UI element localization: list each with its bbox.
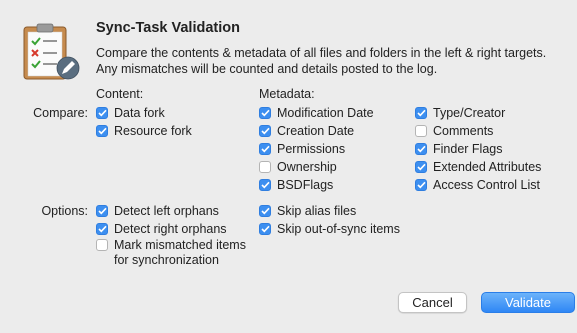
checkbox-access-control-list[interactable]: Access Control List <box>415 178 540 193</box>
checkbox-box[interactable] <box>259 205 271 217</box>
checkbox-box[interactable] <box>259 125 271 137</box>
checkbox-box[interactable] <box>259 143 271 155</box>
checkmark-icon <box>416 145 426 153</box>
checkmark-icon <box>260 207 270 215</box>
options-label: Options: <box>41 204 88 218</box>
checkbox-box[interactable] <box>259 223 271 235</box>
checkbox-creation-date[interactable]: Creation Date <box>259 124 354 139</box>
checkbox-label: BSDFlags <box>277 178 334 192</box>
checkbox-bsdflags[interactable]: BSDFlags <box>259 178 333 193</box>
checkbox-resource-fork[interactable]: Resource fork <box>96 124 192 139</box>
checkbox-permissions[interactable]: Permissions <box>259 142 345 157</box>
checkbox-extended-attributes[interactable]: Extended Attributes <box>415 160 541 175</box>
checkbox-label: Skip out-of-sync items <box>277 222 400 236</box>
checkmark-icon <box>416 109 426 117</box>
checkbox-box[interactable] <box>96 239 108 251</box>
checkbox-detect-right-orphans[interactable]: Detect right orphans <box>96 222 227 237</box>
checkbox-label: Finder Flags <box>433 142 503 156</box>
checkbox-box[interactable] <box>415 161 427 173</box>
checkmark-icon <box>260 225 270 233</box>
cancel-button[interactable]: Cancel <box>398 292 467 313</box>
checkbox-box[interactable] <box>96 125 108 137</box>
checkbox-type-creator[interactable]: Type/Creator <box>415 106 505 121</box>
checkbox-box[interactable] <box>415 107 427 119</box>
checkmark-icon <box>260 145 270 153</box>
checkmark-icon <box>416 163 426 171</box>
checkbox-box[interactable] <box>259 107 271 119</box>
checkbox-label: Modification Date <box>277 106 374 120</box>
checkbox-label: Comments <box>433 124 494 138</box>
compare-label: Compare: <box>33 106 88 120</box>
checkbox-ownership[interactable]: Ownership <box>259 160 337 175</box>
checkbox-label: Resource fork <box>114 124 192 138</box>
checkbox-label: Permissions <box>277 142 346 156</box>
checkbox-label: Mark mismatched items for synchronizatio… <box>114 238 246 267</box>
checkbox-label: Access Control List <box>433 178 540 192</box>
checkbox-data-fork[interactable]: Data fork <box>96 106 165 121</box>
checkbox-label: Creation Date <box>277 124 355 138</box>
checkmark-icon <box>97 207 107 215</box>
checkbox-label: Extended Attributes <box>433 160 542 174</box>
clipboard-checklist-icon <box>21 22 83 84</box>
checkmark-icon <box>416 181 426 189</box>
checkbox-box[interactable] <box>415 125 427 137</box>
checkbox-label: Type/Creator <box>433 106 506 120</box>
checkbox-finder-flags[interactable]: Finder Flags <box>415 142 502 157</box>
checkbox-label: Data fork <box>114 106 165 120</box>
checkbox-detect-left-orphans[interactable]: Detect left orphans <box>96 204 219 219</box>
checkbox-box[interactable] <box>415 143 427 155</box>
checkbox-label: Skip alias files <box>277 204 357 218</box>
checkbox-label: Detect right orphans <box>114 222 227 236</box>
checkmark-icon <box>260 127 270 135</box>
metadata-header: Metadata: <box>259 87 315 101</box>
checkbox-modification-date[interactable]: Modification Date <box>259 106 374 121</box>
checkbox-box[interactable] <box>415 179 427 191</box>
checkmark-icon <box>260 109 270 117</box>
checkbox-box[interactable] <box>259 179 271 191</box>
checkbox-label: Detect left orphans <box>114 204 219 218</box>
checkbox-box[interactable] <box>96 107 108 119</box>
checkbox-skip-out-of-sync-items[interactable]: Skip out-of-sync items <box>259 222 400 237</box>
validate-button[interactable]: Validate <box>481 292 575 313</box>
checkbox-box[interactable] <box>96 205 108 217</box>
checkmark-icon <box>260 181 270 189</box>
checkmark-icon <box>97 127 107 135</box>
checkbox-skip-alias-files[interactable]: Skip alias files <box>259 204 356 219</box>
checkbox-label: Ownership <box>277 160 337 174</box>
content-header: Content: <box>96 87 144 101</box>
checkbox-comments[interactable]: Comments <box>415 124 493 139</box>
checkbox-mark-mismatched-items[interactable]: Mark mismatched items for synchronizatio… <box>96 238 246 268</box>
checkmark-icon <box>97 225 107 233</box>
checkmark-icon <box>97 109 107 117</box>
dialog-description: Compare the contents & metadata of all f… <box>96 46 547 76</box>
checkbox-box[interactable] <box>96 223 108 235</box>
dialog-title: Sync-Task Validation <box>96 20 240 36</box>
checkbox-box[interactable] <box>259 161 271 173</box>
